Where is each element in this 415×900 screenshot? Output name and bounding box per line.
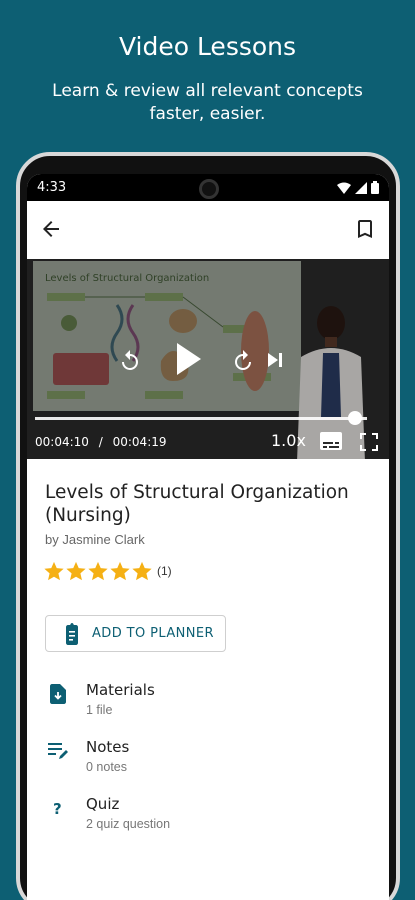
progress-track[interactable]	[35, 417, 367, 420]
promo-title: Video Lessons	[118, 32, 297, 61]
lesson-author: by Jasmine Clark	[45, 532, 145, 547]
app-screen: 4:33 Levels of Structural Organization 0…	[27, 174, 389, 900]
svg-text:?: ?	[53, 800, 62, 818]
promo-subtitle: Learn & review all relevant concepts fas…	[52, 81, 363, 124]
materials-count: 1 file	[86, 703, 113, 717]
add-to-planner-label: ADD TO PLANNER	[92, 626, 214, 641]
quiz-title: Quiz	[86, 795, 120, 813]
star-icon	[44, 561, 64, 581]
forward-10-icon[interactable]	[231, 349, 255, 373]
fullscreen-icon[interactable]	[360, 433, 378, 451]
video-player[interactable]: Levels of Structural Organization 00:04:…	[27, 259, 389, 459]
status-icons	[337, 181, 379, 194]
star-icon	[66, 561, 86, 581]
total-duration: 00:04:19	[112, 435, 167, 449]
time-separator: /	[98, 435, 103, 449]
notes-title: Notes	[86, 738, 130, 756]
star-icon	[88, 561, 108, 581]
play-icon[interactable]	[167, 339, 207, 379]
phone-frame: 4:33 Levels of Structural Organization 0…	[16, 152, 400, 900]
current-time: 00:04:10	[35, 435, 89, 449]
star-icon	[110, 561, 130, 581]
battery-icon	[371, 181, 379, 194]
signal-icon	[355, 181, 367, 194]
question-mark-icon: ?	[53, 800, 62, 818]
lesson-title: Levels of Structural Organization (Nursi…	[45, 482, 349, 526]
captions-icon[interactable]	[320, 432, 342, 450]
bookmark-icon[interactable]	[353, 217, 377, 241]
clipboard-icon	[66, 622, 78, 645]
status-time: 4:33	[37, 180, 67, 195]
rating: (1)	[43, 560, 172, 582]
star-icon	[132, 561, 152, 581]
back-arrow-icon[interactable]	[39, 217, 63, 241]
notes-count: 0 notes	[86, 760, 128, 774]
notes-row[interactable]: Notes 0 notes	[27, 738, 389, 788]
rating-count: (1)	[157, 564, 172, 578]
front-camera	[199, 179, 219, 199]
quiz-row[interactable]: ? Quiz 2 quiz question	[27, 795, 389, 845]
quiz-count: 2 quiz question	[86, 817, 171, 831]
controls-scrim	[27, 259, 389, 459]
status-bar: 4:33	[27, 174, 389, 201]
app-bar	[27, 201, 389, 259]
skip-next-icon[interactable]	[265, 350, 285, 370]
add-to-planner-button[interactable]: ADD TO PLANNER	[45, 615, 226, 652]
materials-row[interactable]: Materials 1 file	[27, 681, 389, 731]
file-download-icon	[50, 684, 66, 704]
playback-speed-button[interactable]: 1.0x	[271, 431, 306, 450]
rewind-10-icon[interactable]	[118, 349, 142, 373]
timecode: 00:04:10 / 00:04:19	[35, 435, 167, 449]
wifi-icon	[337, 182, 351, 194]
notes-edit-icon	[48, 743, 68, 759]
materials-title: Materials	[86, 681, 155, 699]
